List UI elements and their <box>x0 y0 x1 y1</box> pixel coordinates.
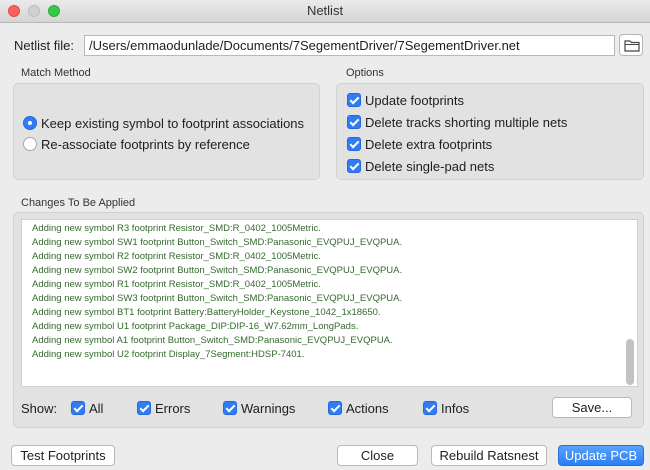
log-line: Adding new symbol BT1 footprint Battery:… <box>32 307 381 318</box>
filter-all-checkbox[interactable] <box>71 401 85 415</box>
folder-icon <box>624 40 640 52</box>
update-pcb-button[interactable]: Update PCB <box>558 445 644 466</box>
log-line: Adding new symbol R2 footprint Resistor_… <box>32 251 321 262</box>
checkbox-delete-single-pad-nets[interactable] <box>347 159 361 173</box>
checkbox-update-footprints-label[interactable]: Update footprints <box>365 93 464 108</box>
log-line: Adding new symbol U2 footprint Display_7… <box>32 349 305 360</box>
options-panel: Update footprints Delete tracks shorting… <box>336 83 644 180</box>
checkbox-delete-shorting-tracks-label[interactable]: Delete tracks shorting multiple nets <box>365 115 567 130</box>
filter-warnings-checkbox[interactable] <box>223 401 237 415</box>
checkbox-delete-single-pad-nets-label[interactable]: Delete single-pad nets <box>365 159 494 174</box>
close-button[interactable]: Close <box>337 445 418 466</box>
log-line: Adding new symbol R3 footprint Resistor_… <box>32 223 321 234</box>
log-line: Adding new symbol SW1 footprint Button_S… <box>32 237 403 248</box>
save-button[interactable]: Save... <box>552 397 632 418</box>
filter-errors-label[interactable]: Errors <box>155 401 190 416</box>
radio-reassociate-footprints[interactable] <box>23 137 37 151</box>
log-line: Adding new symbol R1 footprint Resistor_… <box>32 279 321 290</box>
title-bar: Netlist <box>0 0 650 23</box>
filter-infos-label[interactable]: Infos <box>441 401 469 416</box>
filter-errors-checkbox[interactable] <box>137 401 151 415</box>
changes-title: Changes To Be Applied <box>21 197 136 209</box>
log-line: Adding new symbol U1 footprint Package_D… <box>32 321 359 332</box>
radio-keep-associations[interactable] <box>23 116 37 130</box>
filter-infos-checkbox[interactable] <box>423 401 437 415</box>
window-title: Netlist <box>306 3 344 18</box>
match-method-title: Match Method <box>21 67 91 79</box>
netlist-file-label: Netlist file: <box>14 38 74 53</box>
checkbox-update-footprints[interactable] <box>347 93 361 107</box>
log-line: Adding new symbol A1 footprint Button_Sw… <box>32 335 393 346</box>
filter-actions-checkbox[interactable] <box>328 401 342 415</box>
checkbox-delete-extra-footprints[interactable] <box>347 137 361 151</box>
filter-warnings-label[interactable]: Warnings <box>241 401 295 416</box>
log-scrollbar[interactable] <box>626 339 634 385</box>
test-footprints-button[interactable]: Test Footprints <box>11 445 115 466</box>
rebuild-ratsnest-button[interactable]: Rebuild Ratsnest <box>431 445 547 466</box>
browse-button[interactable] <box>619 34 643 56</box>
filter-actions-label[interactable]: Actions <box>346 401 389 416</box>
match-method-panel: Keep existing symbol to footprint associ… <box>13 83 320 180</box>
log-line: Adding new symbol SW2 footprint Button_S… <box>32 265 403 276</box>
log-line: Adding new symbol SW3 footprint Button_S… <box>32 293 403 304</box>
show-label: Show: <box>21 401 58 416</box>
radio-reassociate-footprints-label[interactable]: Re-associate footprints by reference <box>41 137 250 152</box>
checkbox-delete-shorting-tracks[interactable] <box>347 115 361 129</box>
options-title: Options <box>346 67 384 79</box>
filter-all-label[interactable]: All <box>89 401 103 416</box>
radio-keep-associations-label[interactable]: Keep existing symbol to footprint associ… <box>41 116 304 131</box>
checkbox-delete-extra-footprints-label[interactable]: Delete extra footprints <box>365 137 492 152</box>
changes-log[interactable]: Adding new symbol R3 footprint Resistor_… <box>21 219 638 387</box>
netlist-file-input[interactable] <box>84 35 615 56</box>
